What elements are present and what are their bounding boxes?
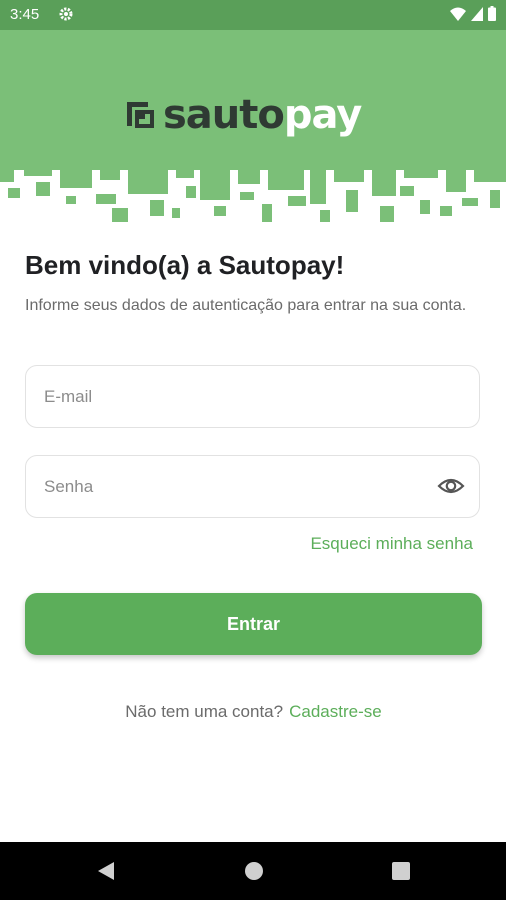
password-field[interactable] — [25, 455, 480, 518]
logo-text-sauto: sauto — [163, 92, 285, 138]
battery-icon — [488, 6, 496, 21]
signup-link[interactable]: Cadastre-se — [289, 702, 382, 721]
status-bar: 3:45 — [0, 0, 506, 30]
wifi-icon — [450, 7, 466, 21]
logo-mark-icon — [127, 102, 154, 128]
logo: sautopay — [125, 90, 362, 140]
email-input[interactable] — [44, 366, 434, 427]
no-account-text: Não tem uma conta? — [125, 702, 284, 721]
gear-icon — [59, 7, 73, 21]
home-icon[interactable] — [242, 860, 266, 882]
back-icon[interactable] — [94, 860, 118, 882]
email-field[interactable] — [25, 365, 480, 428]
eye-icon[interactable] — [437, 474, 465, 498]
logo-wordmark: sautopay — [163, 92, 362, 138]
logo-text-pay: pay — [283, 92, 362, 138]
password-input[interactable] — [44, 456, 434, 517]
pixel-pattern-decoration — [0, 170, 506, 222]
page-title: Bem vindo(a) a Sautopay! — [25, 250, 345, 280]
signup-row: Não tem uma conta? Cadastre-se — [25, 702, 482, 722]
system-nav-bar — [0, 842, 506, 900]
status-time: 3:45 — [10, 6, 40, 23]
login-button[interactable]: Entrar — [25, 593, 482, 655]
recents-icon[interactable] — [389, 860, 413, 882]
forgot-password-link[interactable]: Esqueci minha senha — [310, 534, 473, 554]
signal-icon — [471, 6, 483, 21]
page-subtitle: Informe seus dados de autenticação para … — [25, 297, 467, 314]
